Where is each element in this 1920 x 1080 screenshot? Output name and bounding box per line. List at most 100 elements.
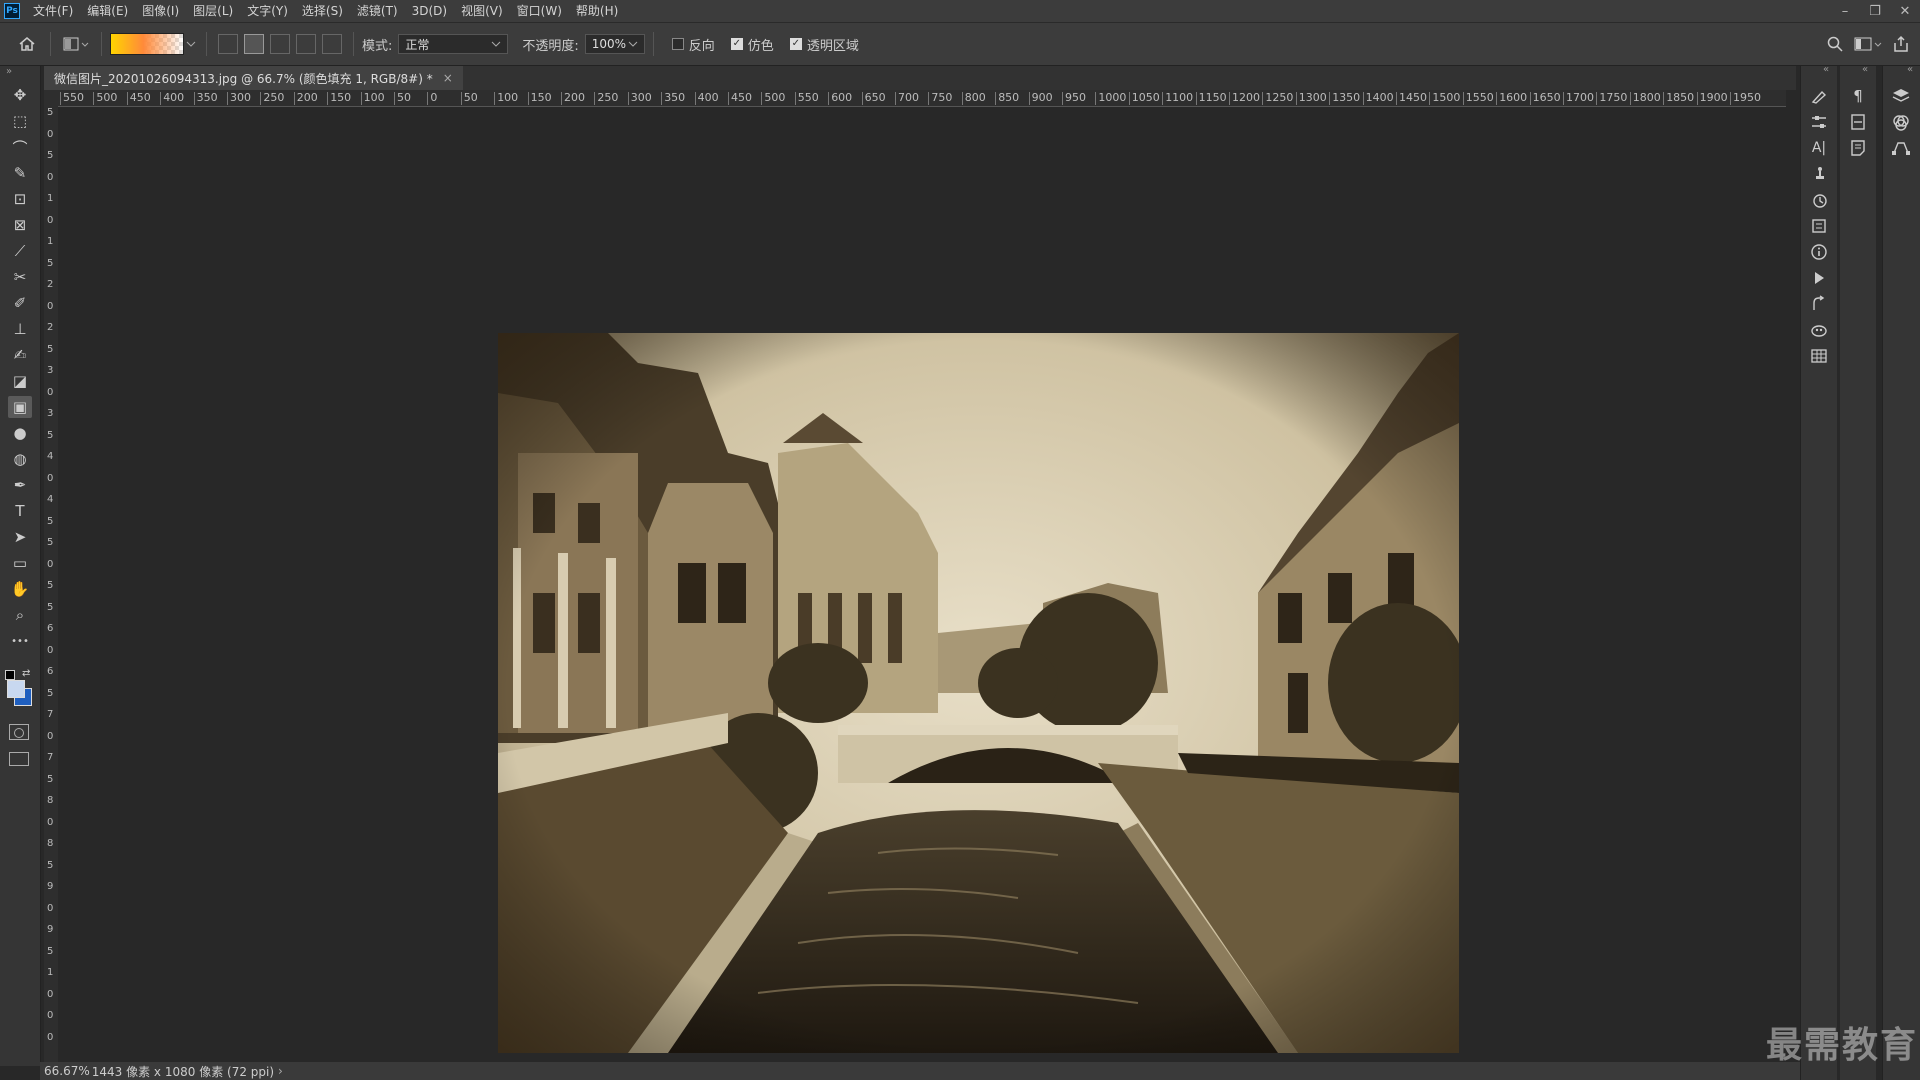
history-brush-tool-icon[interactable]: ✍ [8,344,32,366]
collapse-toolbox-icon[interactable]: » [6,66,12,77]
reflected-gradient-button[interactable] [296,34,316,54]
marquee-tool-icon[interactable]: ⬚ [8,110,32,132]
menu-layer[interactable]: 图层(L) [186,0,240,22]
ruler-label: 900 [1031,91,1053,104]
foreground-color-swatch[interactable] [7,680,25,698]
ruler-tick [1195,92,1197,105]
quick-select-tool-icon[interactable]: ✎ [8,162,32,184]
info-icon[interactable] [1809,242,1829,262]
character-icon[interactable]: A| [1809,138,1829,158]
default-colors-icon[interactable] [5,670,15,680]
canvas-area[interactable] [58,107,1786,1062]
healing-tool-icon[interactable]: ✂ [8,266,32,288]
share-icon[interactable] [1892,35,1910,53]
path-select-tool-icon[interactable]: ➤ [8,526,32,548]
crop-tool-icon[interactable]: ⊡ [8,188,32,210]
blur-tool-icon[interactable]: ● [8,422,32,444]
diamond-gradient-button[interactable] [322,34,342,54]
pen-tool-icon[interactable]: ✒ [8,474,32,496]
mode-select[interactable]: 正常 [398,34,509,54]
type-tool-icon[interactable]: T [8,500,32,522]
quick-mask-icon[interactable] [9,724,29,740]
properties-icon[interactable] [1809,216,1829,236]
ruler-label: 8 [47,838,54,849]
transparency-checkbox[interactable]: ✓ [789,38,802,50]
collapse-panels-icon[interactable]: « [1862,64,1868,75]
dodge-tool-icon[interactable]: ◍ [8,448,32,470]
opacity-input[interactable]: 100% [584,34,645,54]
collapse-panels-icon[interactable]: « [1823,64,1829,75]
history-icon[interactable] [1809,190,1829,210]
gradient-tool-icon[interactable]: ▣ [8,396,32,418]
menu-file[interactable]: 文件(F) [26,0,80,22]
screen-mode-icon[interactable] [9,752,29,766]
document-tab[interactable]: 微信图片_20201026094313.jpg @ 66.7% (颜色填充 1,… [44,66,463,90]
hand-tool-icon[interactable]: ✋ [8,578,32,600]
menu-view[interactable]: 视图(V) [454,0,510,22]
status-menu-arrow-icon[interactable]: › [278,1064,283,1078]
ruler-label: 1050 [1131,91,1160,104]
menu-window[interactable]: 窗口(W) [510,0,569,22]
menu-3d[interactable]: 3D(D) [405,0,454,22]
menu-filter[interactable]: 滤镜(T) [350,0,405,22]
brush-settings-icon[interactable] [1809,86,1829,106]
dither-checkbox[interactable]: ✓ [730,38,743,50]
home-icon[interactable] [12,36,42,52]
horizontal-ruler[interactable]: 550 500 450 400 350 300 250 200 150 100 50 0 50 100 15… [58,90,1786,107]
eyedropper-tool-icon[interactable]: ⟋ [8,240,32,262]
paths-icon[interactable] [1809,294,1829,314]
swap-colors-icon[interactable]: ⇄ [22,668,30,679]
gradient-picker[interactable] [110,33,184,55]
channels-icon[interactable] [1891,112,1911,132]
menu-select[interactable]: 选择(S) [295,0,350,22]
chevron-down-icon[interactable] [184,40,198,48]
move-tool-icon[interactable]: ✥ [8,84,32,106]
actions-play-icon[interactable] [1809,268,1829,288]
workspace-icon[interactable] [1854,36,1882,52]
ruler-label: 5 [47,343,54,355]
brush-tool-icon[interactable]: ✐ [8,292,32,314]
clone-source-icon[interactable] [1809,164,1829,184]
menu-type[interactable]: 文字(Y) [240,0,295,22]
menu-edit[interactable]: 编辑(E) [80,0,135,22]
table-icon[interactable] [1809,346,1829,366]
paragraph-icon[interactable]: ¶ [1848,86,1868,106]
stamp-tool-icon[interactable]: ⊥ [8,318,32,340]
frame-tool-icon[interactable]: ⊠ [8,214,32,236]
more-tools-icon[interactable]: ••• [8,630,32,652]
linear-gradient-button[interactable] [218,34,238,54]
lasso-tool-icon[interactable]: ⌒ [8,136,32,158]
ruler-tick [1362,92,1364,105]
reverse-checkbox[interactable] [671,38,684,50]
swatches-icon[interactable] [1809,320,1829,340]
zoom-tool-icon[interactable]: ⌕ [8,604,32,626]
rectangle-tool-icon[interactable]: ▭ [8,552,32,574]
minimize-button[interactable]: – [1830,0,1860,22]
zoom-level[interactable]: 66.67% [44,1064,90,1078]
color-swatches[interactable]: ⇄ [5,668,35,706]
ruler-label: 0 [47,902,54,914]
ruler-tick [594,92,596,105]
paragraph-styles-icon[interactable] [1848,112,1868,132]
paths-panel-icon[interactable] [1891,138,1911,158]
tool-preset-picker-icon[interactable] [59,36,93,52]
eraser-tool-icon[interactable]: ◪ [8,370,32,392]
document-image[interactable] [498,333,1459,1053]
angle-gradient-button[interactable] [270,34,290,54]
ruler-label: 7 [47,752,54,763]
ruler-tick [1262,92,1264,105]
layers-icon[interactable] [1891,86,1911,106]
menu-image[interactable]: 图像(I) [135,0,186,22]
ruler-corner [44,90,58,106]
close-tab-icon[interactable]: × [443,71,453,85]
collapse-panels-icon[interactable]: « [1907,64,1913,75]
restore-button[interactable]: ❐ [1860,0,1890,22]
vertical-ruler[interactable]: 5 0 5 0 1 0 1 5 2 0 2 5 3 0 3 5 4 0 4 5 5 0 5 5 6 0 6 5 7 0 7 5 8 0 8 5 9 0 9 5… [44,106,59,1062]
menu-help[interactable]: 帮助(H) [569,0,625,22]
close-button[interactable]: ✕ [1890,0,1920,22]
ruler-label: 0 [47,558,54,570]
radial-gradient-button[interactable] [244,34,264,54]
search-icon[interactable] [1826,35,1844,53]
notes-icon[interactable] [1848,138,1868,158]
adjustments-icon[interactable] [1809,112,1829,132]
